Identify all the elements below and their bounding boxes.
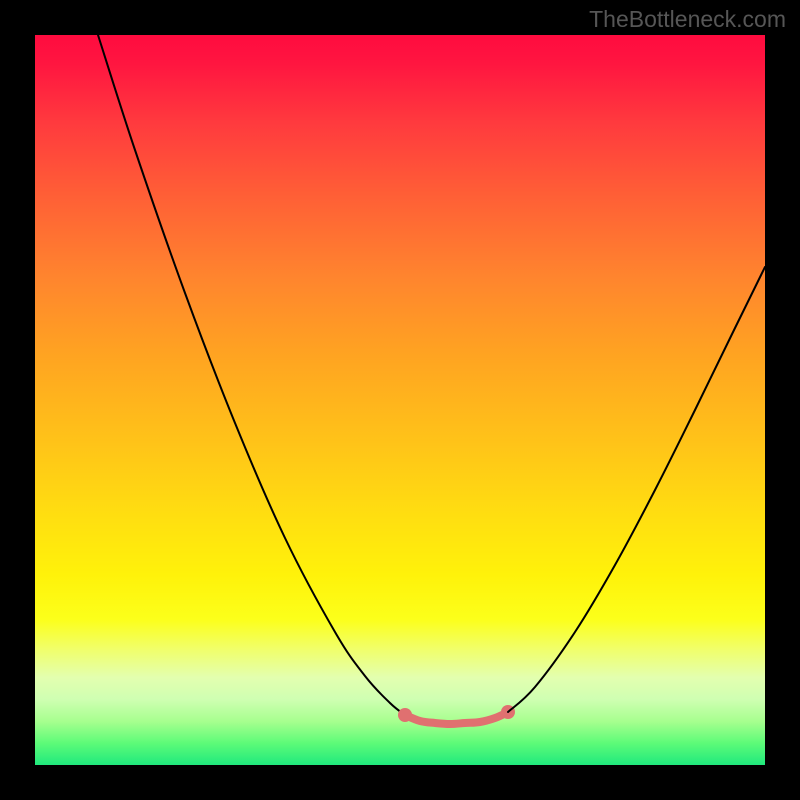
curve-layer	[35, 35, 765, 765]
valley-marker	[398, 708, 412, 722]
curve-valley-floor	[405, 712, 508, 724]
curve-left-curve	[98, 35, 405, 715]
watermark-text: TheBottleneck.com	[589, 6, 786, 33]
curve-right-curve	[508, 267, 765, 712]
plot-area	[35, 35, 765, 765]
curve-group	[98, 35, 765, 724]
chart-frame: TheBottleneck.com	[0, 0, 800, 800]
